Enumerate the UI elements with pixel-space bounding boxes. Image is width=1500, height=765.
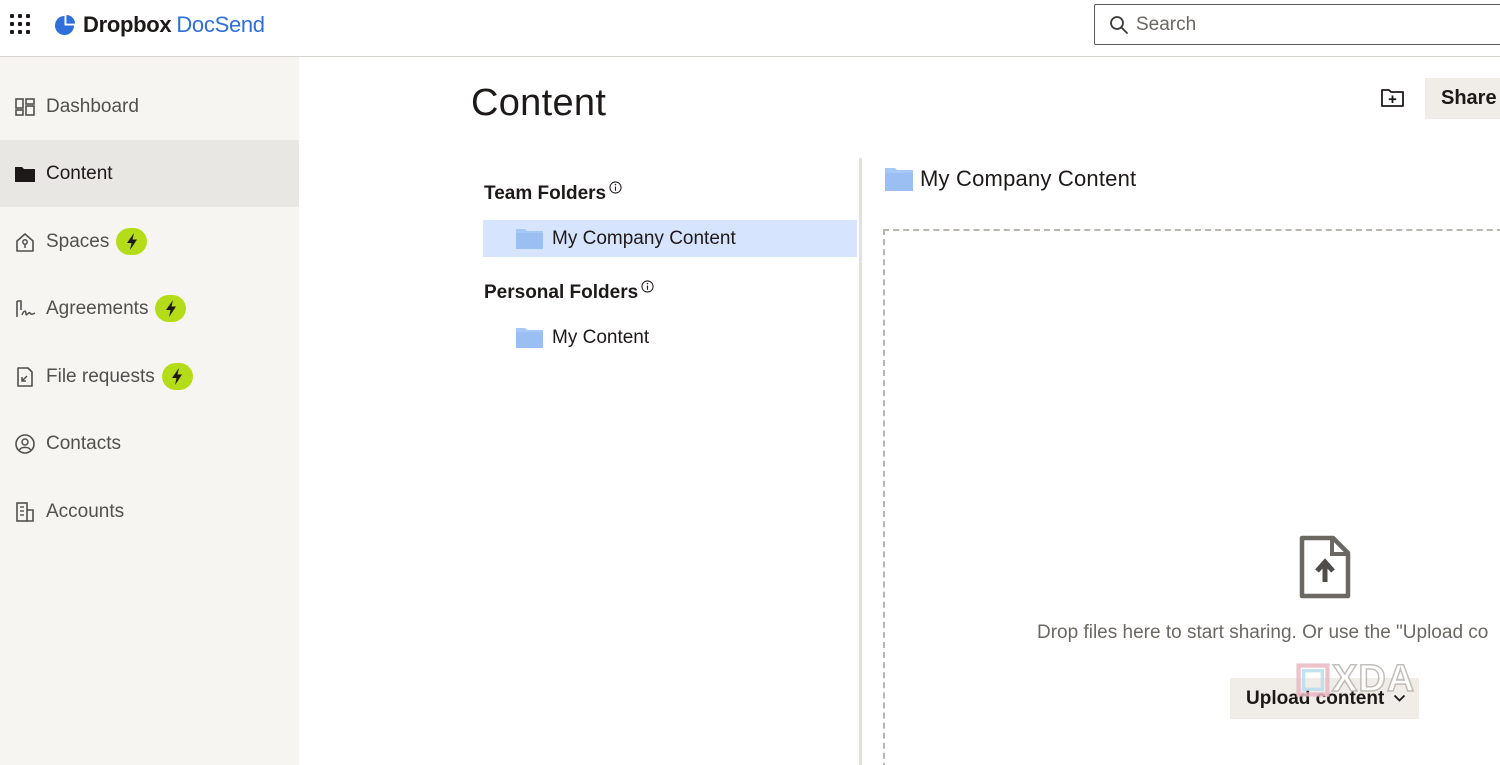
- info-icon[interactable]: [641, 280, 654, 293]
- watermark-text: XDA: [1331, 657, 1416, 701]
- sidebar-item-file-requests[interactable]: File requests: [0, 343, 299, 410]
- upgrade-badge-icon: [155, 295, 187, 322]
- new-folder-icon: [1381, 89, 1404, 107]
- product-name: DocSend: [176, 12, 265, 37]
- dashboard-icon: [14, 96, 36, 118]
- page-title: Content: [471, 82, 607, 124]
- docsend-logo[interactable]: Dropbox DocSend: [54, 12, 265, 38]
- tree-item-label: My Content: [552, 326, 650, 348]
- folder-tree: Team Folders My Company Content Personal…: [471, 158, 860, 765]
- building-icon: [14, 501, 36, 523]
- personal-folders-label: Personal Folders: [484, 282, 639, 303]
- sidebar-item-label: Dashboard: [46, 95, 139, 117]
- pane-divider[interactable]: [859, 158, 862, 765]
- info-icon[interactable]: [609, 181, 622, 194]
- search-input[interactable]: [1136, 13, 1436, 36]
- brand-name: Dropbox: [83, 12, 172, 37]
- contact-icon: [14, 433, 36, 455]
- team-folders-label: Team Folders: [484, 183, 607, 204]
- folder-title: My Company Content: [920, 166, 1137, 191]
- sidebar-item-dashboard[interactable]: Dashboard: [0, 73, 299, 140]
- signature-icon: [14, 298, 36, 320]
- sidebar-item-label: File requests: [46, 365, 155, 387]
- top-bar: Dropbox DocSend: [0, 0, 1500, 57]
- sidebar-item-content[interactable]: Content: [0, 140, 299, 207]
- upload-file-icon: [1299, 535, 1351, 599]
- sidebar-item-label: Contacts: [46, 432, 121, 454]
- sidebar-item-agreements[interactable]: Agreements: [0, 275, 299, 342]
- sidebar-item-label: Spaces: [46, 230, 110, 252]
- tree-item-my-content[interactable]: My Content: [483, 319, 857, 356]
- sidebar-item-accounts[interactable]: Accounts: [0, 478, 299, 545]
- xda-logo-icon: [1296, 662, 1330, 697]
- sidebar-item-label: Accounts: [46, 500, 125, 522]
- sidebar-item-label: Content: [46, 162, 113, 184]
- sidebar: Dashboard Content Spaces Agreements File…: [0, 57, 299, 765]
- app-grid-icon[interactable]: [10, 14, 30, 34]
- folder-icon: [516, 229, 543, 249]
- tree-item-my-company-content[interactable]: My Company Content: [483, 220, 857, 257]
- search-icon: [1110, 15, 1128, 34]
- docsend-logo-icon: [54, 14, 75, 35]
- folder-header: My Company Content: [884, 166, 1136, 192]
- folder-icon: [516, 328, 543, 348]
- folder-icon: [14, 163, 36, 185]
- file-request-icon: [14, 366, 36, 388]
- sidebar-item-spaces[interactable]: Spaces: [0, 208, 299, 275]
- tree-item-label: My Company Content: [552, 227, 736, 249]
- search-box[interactable]: [1094, 4, 1500, 45]
- personal-folders-heading: Personal Folders: [484, 280, 654, 304]
- folder-icon: [885, 168, 913, 191]
- sidebar-item-label: Agreements: [46, 297, 149, 319]
- spaces-icon: [14, 231, 36, 253]
- team-folders-heading: Team Folders: [484, 181, 622, 205]
- drop-instructions: Drop files here to start sharing. Or use…: [1037, 622, 1489, 643]
- new-folder-button[interactable]: [1380, 86, 1406, 110]
- sidebar-item-contacts[interactable]: Contacts: [0, 410, 299, 477]
- upgrade-badge-icon: [116, 228, 148, 255]
- share-button[interactable]: Share: [1425, 78, 1500, 119]
- upgrade-badge-icon: [161, 363, 193, 390]
- xda-watermark: XDA: [1296, 657, 1416, 701]
